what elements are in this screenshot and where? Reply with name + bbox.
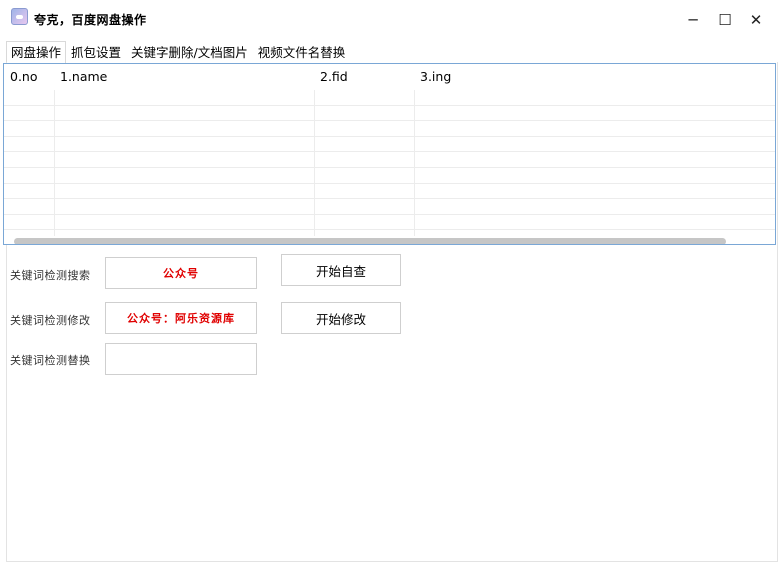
modify-keyword-field[interactable]: 公众号：阿乐资源库	[105, 302, 257, 334]
replace-keyword-field[interactable]	[105, 343, 257, 375]
close-button[interactable]: ✕	[741, 6, 771, 34]
table-row[interactable]	[4, 90, 775, 106]
tab-capture-settings[interactable]: 抓包设置	[66, 41, 127, 63]
tab-keyword-delete[interactable]: 关键字删除/文档图片	[126, 41, 253, 63]
minimize-button[interactable]: ─	[678, 6, 708, 34]
table-row[interactable]	[4, 106, 775, 122]
table-row[interactable]	[4, 215, 775, 231]
table-row[interactable]	[4, 168, 775, 184]
column-header-name[interactable]: 1.name	[54, 64, 314, 90]
column-header-ing[interactable]: 3.ing	[414, 64, 774, 90]
data-grid[interactable]: 0.no 1.name 2.fid 3.ing	[3, 63, 776, 245]
window-title: 夸克，百度网盘操作	[34, 13, 147, 27]
search-keyword-field[interactable]: 公众号	[105, 257, 257, 289]
column-divider	[314, 90, 315, 236]
search-label: 关键词检测搜索	[10, 269, 91, 282]
maximize-button[interactable]: ☐	[710, 6, 740, 34]
table-row[interactable]	[4, 152, 775, 168]
grid-header: 0.no 1.name 2.fid 3.ing	[4, 64, 775, 90]
tab-bar: 网盘操作 抓包设置 关键字删除/文档图片 视频文件名替换	[6, 41, 351, 63]
horizontal-scrollbar[interactable]	[14, 238, 726, 244]
grid-body	[4, 90, 775, 231]
table-row[interactable]	[4, 137, 775, 153]
modify-label: 关键词检测修改	[10, 314, 91, 327]
tab-netdisk[interactable]: 网盘操作	[6, 41, 67, 63]
column-divider	[54, 90, 55, 236]
title-bar: 夸克，百度网盘操作 ─ ☐ ✕	[0, 0, 780, 40]
column-divider	[414, 90, 415, 236]
tab-video-rename[interactable]: 视频文件名替换	[252, 41, 351, 63]
start-modify-button[interactable]: 开始修改	[281, 302, 401, 334]
replace-label: 关键词检测替换	[10, 354, 91, 367]
column-header-fid[interactable]: 2.fid	[314, 64, 414, 90]
table-row[interactable]	[4, 199, 775, 215]
table-row[interactable]	[4, 184, 775, 200]
column-header-no[interactable]: 0.no	[4, 64, 54, 90]
table-row[interactable]	[4, 121, 775, 137]
start-check-button[interactable]: 开始自查	[281, 254, 401, 286]
app-logo-icon	[11, 8, 28, 25]
